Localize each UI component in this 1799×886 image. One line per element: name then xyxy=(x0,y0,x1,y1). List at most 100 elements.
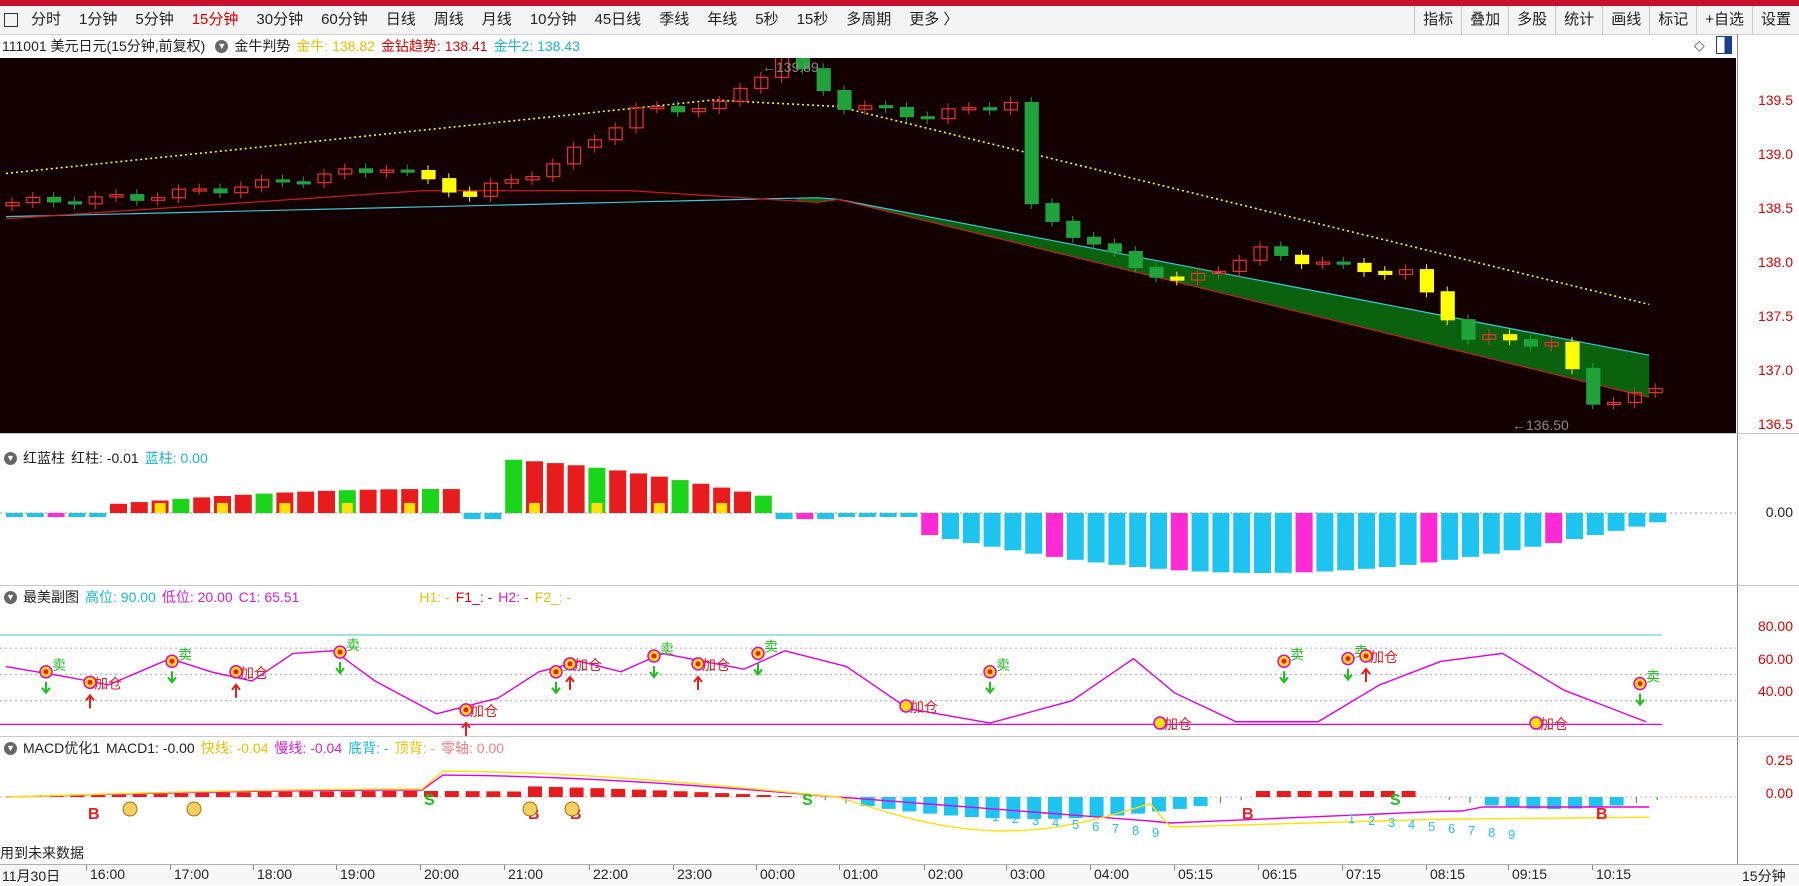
time-tick xyxy=(1508,865,1509,870)
macd-bar xyxy=(278,792,292,797)
tool-button[interactable]: 叠加 xyxy=(1461,6,1508,34)
time-tick-label: 21:00 xyxy=(508,866,543,882)
buy-label: 加仓 xyxy=(1540,716,1568,732)
buy-signal: 加仓 xyxy=(460,703,498,736)
histogram-bar xyxy=(464,513,481,519)
macd-bar xyxy=(195,793,209,797)
chevron-down-icon[interactable]: ▼ xyxy=(4,742,17,755)
main-price-chart[interactable]: ←139.89←136.50 xyxy=(0,58,1736,433)
tool-button[interactable]: 多股 xyxy=(1508,6,1555,34)
sell-signal: 卖 xyxy=(1278,646,1304,682)
period-tab[interactable]: 15秒 xyxy=(788,6,838,34)
period-tab[interactable]: 周线 xyxy=(425,6,473,34)
panel3-name[interactable]: MACD优化1 xyxy=(23,738,100,758)
histogram-bar xyxy=(1296,513,1313,572)
c1-value: C1: 65.51 xyxy=(239,589,300,605)
oscillator-chart[interactable]: 卖卖卖卖卖卖卖卖卖卖加仓加仓加仓加仓加仓加仓加仓加仓加仓 xyxy=(0,607,1736,737)
diamond-icon[interactable]: ◇ xyxy=(1694,37,1705,54)
low-price-marker: ←136.50 xyxy=(1512,417,1569,433)
period-tab[interactable]: 1分钟 xyxy=(70,6,126,34)
sell-label: 卖 xyxy=(346,637,360,653)
buy-signal: 加仓 xyxy=(230,665,268,698)
bottom-divergence-value: 底背: - xyxy=(348,738,388,758)
chevron-down-icon[interactable]: ▼ xyxy=(215,40,228,53)
signal-dot-core xyxy=(756,651,761,656)
histogram-bar xyxy=(921,513,938,535)
time-tick-label: 07:15 xyxy=(1346,866,1381,882)
candle-body xyxy=(464,192,477,196)
period-tab[interactable]: 日线 xyxy=(377,6,425,34)
panel2-name[interactable]: 最美副图 xyxy=(23,587,79,607)
candle-body xyxy=(880,106,893,108)
histogram-bar xyxy=(984,513,1001,547)
panel2-title: ▼ 最美副图 高位: 90.00 低位: 20.00 C1: 65.51 H1:… xyxy=(0,586,577,608)
period-tab[interactable]: 5分钟 xyxy=(126,6,182,34)
buy-signal: 加仓 xyxy=(564,657,602,690)
period-tab[interactable]: 45日线 xyxy=(586,6,651,34)
macd-chart[interactable]: BBBBBSSS123456789123456789 xyxy=(0,759,1736,864)
sidebar-toggle-icon[interactable] xyxy=(0,6,22,34)
macd-bar xyxy=(674,791,688,797)
histogram-bar xyxy=(1545,513,1562,543)
tool-button[interactable]: 画线 xyxy=(1602,6,1649,34)
candle-body xyxy=(297,182,310,184)
histogram-bar xyxy=(1462,513,1479,557)
period-tab[interactable]: 15分钟 xyxy=(183,6,248,34)
histogram-bar xyxy=(27,513,44,517)
period-tab[interactable]: 季线 xyxy=(650,6,698,34)
period-tab[interactable]: 月线 xyxy=(473,6,521,34)
period-tab[interactable]: 5秒 xyxy=(746,6,787,34)
histogram-bar-inner xyxy=(529,503,540,513)
tool-button[interactable]: 指标 xyxy=(1414,6,1461,34)
histogram-bar xyxy=(734,492,751,513)
slow-line-value: 慢线: -0.04 xyxy=(274,738,342,758)
macd-bar xyxy=(507,792,521,797)
red-blue-bar-chart[interactable] xyxy=(0,455,1736,585)
histogram-bar xyxy=(1212,513,1229,572)
histogram-bar xyxy=(505,460,522,513)
time-tick-label: 08:15 xyxy=(1430,866,1465,882)
macd-bar xyxy=(902,797,916,811)
candle-body xyxy=(1420,270,1433,292)
macd-bar xyxy=(923,797,937,814)
oscillator-line xyxy=(6,651,1646,723)
histogram-bar xyxy=(1025,513,1042,554)
period-tab[interactable]: 年线 xyxy=(698,6,746,34)
sell-s-marker: S xyxy=(1390,792,1401,809)
tool-button[interactable]: 设置 xyxy=(1752,6,1799,34)
indicator-name[interactable]: 金牛判势 xyxy=(234,36,290,56)
time-tick xyxy=(673,865,674,870)
axis-tick-label: 138.0 xyxy=(1758,254,1793,270)
sell-signal: 卖 xyxy=(648,641,674,677)
histogram-bar xyxy=(692,484,709,513)
macd-bar xyxy=(549,787,563,797)
period-tab[interactable]: 60分钟 xyxy=(312,6,377,34)
axis-tick-label: 138.5 xyxy=(1758,200,1793,216)
histogram-bar xyxy=(776,513,793,519)
period-tab[interactable]: 更多 〉 xyxy=(900,6,967,34)
sell-s-marker: S xyxy=(802,792,813,809)
panel-layout-icon[interactable] xyxy=(1716,36,1732,54)
money-bag-icon xyxy=(123,802,137,816)
trend-line-red xyxy=(6,191,1649,398)
histogram-bar-inner xyxy=(342,503,353,513)
tool-button[interactable]: 统计 xyxy=(1555,6,1602,34)
macd-bar xyxy=(362,791,376,797)
histogram-bar xyxy=(796,513,813,519)
histogram-bar xyxy=(1275,513,1292,573)
axis-tick-label: 0.25 xyxy=(1766,752,1793,768)
time-tick xyxy=(420,865,421,870)
period-tab[interactable]: 分时 xyxy=(22,6,70,34)
time-tick-label: 04:00 xyxy=(1094,866,1129,882)
period-tab[interactable]: 30分钟 xyxy=(247,6,312,34)
tool-button[interactable]: 标记 xyxy=(1649,6,1696,34)
period-tab[interactable]: 10分钟 xyxy=(521,6,586,34)
buy-label: 加仓 xyxy=(702,657,730,673)
period-tab[interactable]: 多周期 xyxy=(837,6,900,34)
chevron-down-icon[interactable]: ▼ xyxy=(4,591,17,604)
macd-bar xyxy=(1360,791,1374,797)
tool-button[interactable]: +自选 xyxy=(1696,6,1752,34)
axis-tick-label: 0.00 xyxy=(1766,785,1793,801)
histogram-bar xyxy=(1483,513,1500,554)
macd-bar xyxy=(757,795,771,797)
